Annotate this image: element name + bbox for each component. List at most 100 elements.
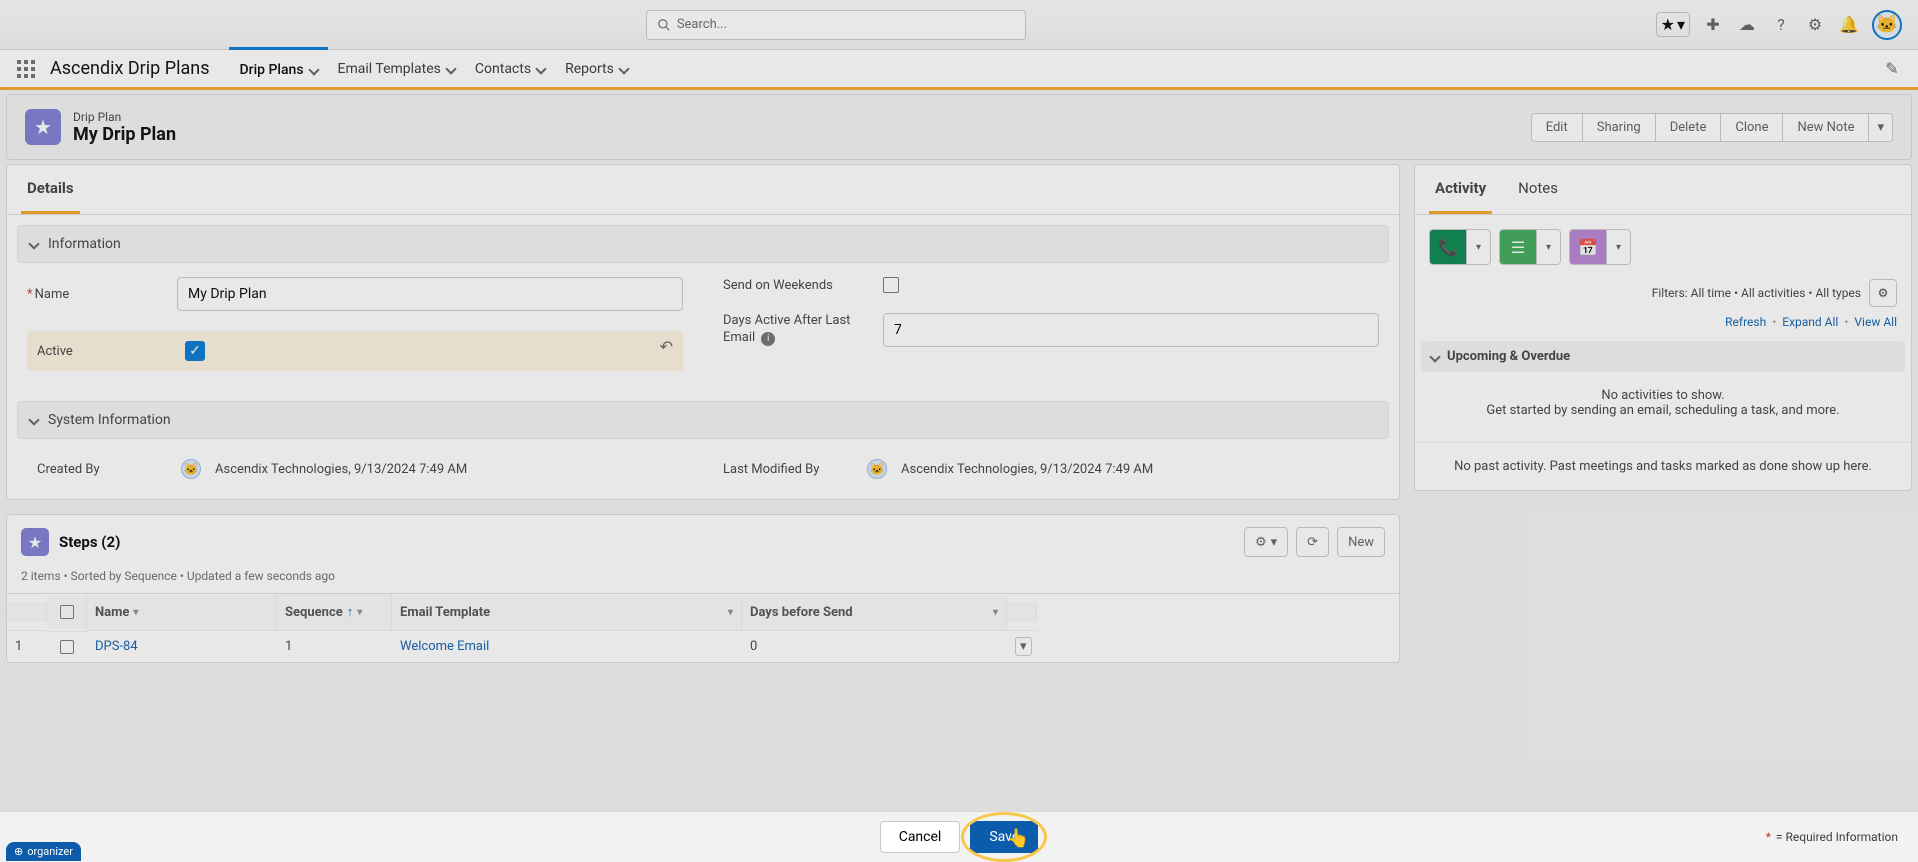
edit-nav-icon[interactable]: ✎ [1878, 55, 1906, 83]
information-section-title: Information [48, 236, 121, 252]
step-name-link[interactable]: DPS-84 [95, 639, 138, 654]
record-titles: Drip Plan My Drip Plan [73, 110, 176, 145]
clone-button[interactable]: Clone [1721, 113, 1783, 142]
view-all-link[interactable]: View All [1854, 315, 1897, 329]
new-task-button[interactable]: ☰ [1500, 230, 1536, 264]
nav-tab-contacts[interactable]: Contacts [465, 49, 555, 89]
select-all-checkbox[interactable] [60, 605, 74, 619]
more-actions-button[interactable]: ▾ [1869, 113, 1893, 142]
days-active-label: Days Active After Last Emaili [723, 313, 883, 347]
modifier-avatar-icon: 🐱 [867, 459, 887, 479]
setup-gear-icon[interactable]: ⚙ [1804, 14, 1826, 36]
nav-tab-drip-plans[interactable]: Drip Plans [229, 47, 327, 87]
phone-icon: 📞 [1438, 238, 1458, 257]
past-activity-info: No past activity. Past meetings and task… [1415, 442, 1911, 490]
modified-by-label: Last Modified By [723, 462, 853, 477]
creator-avatar-icon: 🐱 [181, 459, 201, 479]
new-note-button[interactable]: New Note [1783, 113, 1869, 142]
save-button[interactable]: Save [970, 821, 1038, 853]
sow-label: Send on Weekends [723, 278, 883, 293]
created-by-label: Created By [37, 462, 167, 477]
send-on-weekends-checkbox[interactable] [883, 277, 899, 293]
steps-related-list: ★ Steps (2) ⚙▾ ⟳ New 2 items • Sorted by… [6, 514, 1400, 663]
app-launcher-icon[interactable] [12, 55, 40, 83]
steps-icon: ★ [21, 528, 49, 556]
notifications-bell-icon[interactable]: 🔔 [1838, 14, 1860, 36]
new-event-dropdown[interactable]: ▾ [1606, 230, 1630, 264]
chevron-down-icon: ▾ [1677, 15, 1685, 34]
system-info-section-header[interactable]: System Information [17, 401, 1389, 439]
sharing-button[interactable]: Sharing [1583, 113, 1656, 142]
gear-icon: ⚙ [1255, 535, 1267, 550]
task-icon: ☰ [1511, 238, 1525, 257]
tab-details[interactable]: Details [21, 165, 80, 214]
active-checkbox[interactable]: ✓ [185, 341, 205, 361]
record-actions: Edit Sharing Delete Clone New Note ▾ [1531, 113, 1893, 142]
name-field: *Name [27, 277, 683, 311]
chevron-down-icon: ▾ [1271, 535, 1278, 550]
chevron-down-icon [535, 63, 546, 74]
favorites-button[interactable]: ★ ▾ [1656, 12, 1690, 37]
row-index: 1 [15, 639, 22, 654]
add-icon[interactable]: ✚ [1702, 14, 1724, 36]
refresh-link[interactable]: Refresh [1725, 315, 1766, 329]
upcoming-title: Upcoming & Overdue [1447, 349, 1570, 364]
activity-filters: Filters: All time • All activities • All… [1652, 286, 1861, 300]
undo-icon[interactable]: ↶ [660, 337, 673, 356]
row-checkbox[interactable] [60, 640, 74, 654]
activity-filter-gear[interactable]: ⚙ [1869, 279, 1897, 307]
chevron-down-icon [28, 414, 39, 425]
help-icon[interactable]: ? [1770, 14, 1792, 36]
name-input[interactable] [177, 277, 683, 311]
information-section-header[interactable]: Information [17, 225, 1389, 263]
days-active-field: Days Active After Last Emaili [723, 313, 1379, 347]
search-placeholder: Search... [677, 17, 727, 32]
col-template[interactable]: Email Template▾ [392, 595, 742, 630]
activity-empty-state: No activities to show. Get started by se… [1415, 372, 1911, 434]
days-active-input[interactable] [883, 313, 1379, 347]
active-label: Active [37, 344, 185, 359]
nav-tab-email-templates[interactable]: Email Templates [328, 49, 465, 89]
salesforce-cloud-icon[interactable]: ☁ [1736, 14, 1758, 36]
tab-activity[interactable]: Activity [1429, 165, 1492, 214]
step-template-link[interactable]: Welcome Email [400, 639, 489, 654]
created-by-value: Ascendix Technologies, 9/13/2024 7:49 AM [215, 462, 467, 477]
chevron-down-icon [618, 63, 629, 74]
refresh-icon: ⟳ [1307, 535, 1318, 550]
cancel-button[interactable]: Cancel [880, 821, 961, 853]
organizer-badge[interactable]: ⊕ organizer [6, 842, 81, 861]
steps-new-button[interactable]: New [1337, 527, 1385, 557]
steps-title[interactable]: Steps (2) [59, 533, 120, 551]
search-icon [657, 18, 671, 32]
steps-refresh-button[interactable]: ⟳ [1296, 527, 1329, 557]
star-icon: ★ [1661, 15, 1675, 34]
new-task-dropdown[interactable]: ▾ [1536, 230, 1560, 264]
header-icons: ★ ▾ ✚ ☁ ? ⚙ 🔔 🐱 [1656, 10, 1902, 40]
expand-all-link[interactable]: Expand All [1782, 315, 1838, 329]
details-card: Details Information *Name Active ✓ ↶ [6, 164, 1400, 500]
new-event-button[interactable]: 📅 [1570, 230, 1606, 264]
organizer-icon: ⊕ [14, 845, 23, 858]
col-name[interactable]: Name▾ [87, 595, 277, 630]
required-note: * = Required Information [1766, 830, 1898, 844]
global-search[interactable]: Search... [646, 10, 1026, 40]
edit-button[interactable]: Edit [1531, 113, 1583, 142]
delete-button[interactable]: Delete [1656, 113, 1722, 142]
tab-notes[interactable]: Notes [1512, 165, 1564, 214]
steps-settings-button[interactable]: ⚙▾ [1244, 527, 1288, 557]
chevron-down-icon [308, 64, 319, 75]
row-menu-button[interactable]: ▾ [1015, 637, 1032, 656]
log-call-dropdown[interactable]: ▾ [1466, 230, 1490, 264]
calendar-icon: 📅 [1578, 238, 1598, 257]
user-avatar[interactable]: 🐱 [1872, 10, 1902, 40]
nav-tab-reports[interactable]: Reports [555, 49, 638, 89]
col-sequence[interactable]: Sequence ↑▾ [277, 594, 392, 630]
chevron-down-icon [445, 63, 456, 74]
app-name: Ascendix Drip Plans [50, 58, 209, 79]
col-days[interactable]: Days before Send▾ [742, 595, 1007, 630]
upcoming-section-header[interactable]: Upcoming & Overdue [1421, 341, 1905, 372]
log-call-button[interactable]: 📞 [1430, 230, 1466, 264]
active-field-row: Active ✓ ↶ [27, 331, 683, 371]
global-header: Search... ★ ▾ ✚ ☁ ? ⚙ 🔔 🐱 [0, 0, 1918, 50]
info-icon[interactable]: i [761, 332, 775, 346]
